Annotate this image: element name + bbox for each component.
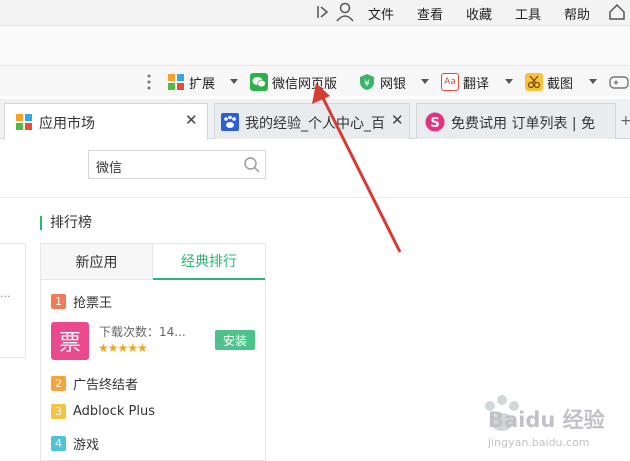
ranking-panel: 新应用 经典排行 1 抢票王 票 下载次数：14... ★★★★★ 安装 2 广… (40, 243, 266, 461)
sidebar-toggle-icon[interactable] (316, 4, 330, 20)
translate-label: 翻译 (463, 76, 490, 92)
wechat-icon (250, 73, 268, 91)
rank-number: 2 (51, 376, 66, 391)
app-name: Adblock Plus (73, 404, 156, 419)
tab-app-market[interactable]: 应用市场 ✕ (4, 103, 208, 140)
menu-file[interactable]: 文件 (368, 4, 394, 23)
section-divider (0, 197, 630, 198)
search-value: 微信 (96, 161, 123, 176)
close-icon[interactable]: ✕ (185, 111, 198, 129)
extensions-icon (167, 73, 185, 91)
tab-new-apps[interactable]: 新应用 (41, 244, 153, 280)
screenshot-button[interactable]: 截图 (525, 72, 573, 92)
tab-label: 免费试用 订单列表 | 免 (451, 116, 596, 132)
online-banking-label: 网银 (380, 76, 407, 92)
tab-free-trial[interactable]: S 免费试用 订单列表 | 免 (416, 103, 616, 139)
address-bar-area (0, 26, 630, 66)
s-logo-icon: S (425, 112, 445, 132)
featured-app-card[interactable]: 票 下载次数：14... ★★★★★ 安装 (51, 322, 259, 360)
bank-dropdown-icon[interactable] (421, 79, 429, 84)
extension-toolbar: 扩展 微信网页版 ¥ 网银 Aa 翻译 截图 (0, 66, 630, 96)
tab-label: 应用市场 (39, 116, 95, 132)
extensions-dropdown-icon[interactable] (230, 79, 238, 84)
extensions-label: 扩展 (189, 76, 216, 92)
ranking-item[interactable]: 3 Adblock Plus (51, 404, 155, 419)
rating-stars: ★★★★★ (98, 341, 148, 355)
wechat-web-button[interactable]: 微信网页版 (250, 72, 337, 92)
ranking-item[interactable]: 1 抢票王 (51, 292, 112, 311)
rank-number: 3 (51, 404, 66, 419)
translate-button[interactable]: Aa 翻译 (441, 72, 489, 92)
translate-icon: Aa (441, 73, 459, 91)
menu-view[interactable]: 查看 (417, 4, 443, 23)
extensions-button[interactable]: 扩展 (167, 72, 215, 92)
menu-tools[interactable]: 工具 (515, 4, 541, 23)
rank-number: 4 (51, 436, 66, 451)
ranking-item[interactable]: 4 游戏 (51, 434, 99, 453)
watermark-brand: Baidu 经验 (488, 408, 605, 432)
svg-text:S: S (430, 116, 439, 131)
translate-dropdown-icon[interactable] (505, 79, 513, 84)
app-name: 广告终结者 (73, 378, 139, 393)
shield-yen-icon: ¥ (358, 73, 376, 91)
toolbar-separator-icon (147, 74, 151, 90)
search-icon[interactable] (243, 156, 261, 174)
scissors-icon (525, 73, 543, 91)
install-button[interactable]: 安装 (215, 330, 255, 350)
download-count: 下载次数：14... (99, 325, 186, 339)
ranking-title: 排行榜 (40, 216, 92, 230)
left-panel-ellipsis: ... (0, 287, 11, 300)
svg-text:¥: ¥ (364, 79, 370, 89)
app-name: 抢票王 (73, 296, 113, 311)
tab-bar: 应用市场 ✕ 我的经验_个人中心_百 ✕ S 免费试用 订单列表 | 免 + (0, 99, 630, 140)
rank-number: 1 (51, 294, 66, 309)
app-market-icon (15, 113, 33, 131)
baidu-paw-icon (221, 113, 239, 131)
menu-help[interactable]: 帮助 (564, 4, 590, 23)
app-market-page: 微信 ... 排行榜 新应用 经典排行 1 抢票王 票 下载次数：14... ★… (0, 140, 630, 461)
tab-label: 我的经验_个人中心_百 (245, 116, 385, 132)
user-icon[interactable] (336, 2, 354, 22)
wechat-web-label: 微信网页版 (272, 76, 338, 92)
tab-my-experience[interactable]: 我的经验_个人中心_百 ✕ (214, 103, 410, 139)
screenshot-dropdown-icon[interactable] (589, 79, 597, 84)
gamepad-icon[interactable] (609, 72, 629, 92)
search-input[interactable]: 微信 (88, 150, 266, 179)
menu-favorites[interactable]: 收藏 (466, 4, 492, 23)
home-icon[interactable] (608, 3, 626, 21)
left-panel-edge (0, 243, 26, 358)
ranking-item[interactable]: 2 广告终结者 (51, 374, 138, 393)
ticket-app-icon: 票 (51, 322, 89, 360)
baidu-watermark: Baidu 经验 jingyan.baidu.com (478, 392, 626, 458)
watermark-url: jingyan.baidu.com (488, 436, 590, 449)
tab-classic-ranking[interactable]: 经典排行 (153, 244, 265, 280)
app-name: 游戏 (73, 438, 100, 453)
new-tab-icon[interactable]: + (620, 113, 630, 129)
close-icon[interactable]: ✕ (391, 111, 404, 129)
online-banking-button[interactable]: ¥ 网银 (358, 72, 406, 92)
screenshot-label: 截图 (547, 76, 574, 92)
menu-bar: 文件 查看 收藏 工具 帮助 (0, 0, 630, 26)
